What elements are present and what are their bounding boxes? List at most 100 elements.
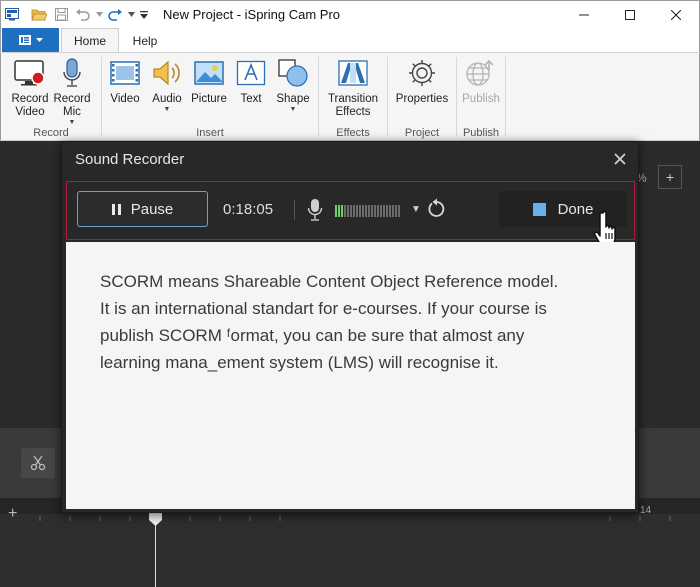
film-icon [110,61,140,85]
maximize-icon[interactable] [607,1,653,29]
pause-icon [111,203,121,215]
dialog-title: Sound Recorder [75,151,185,168]
insert-shape-button[interactable]: Shape ▼ [270,57,316,114]
window-controls [561,1,699,29]
meter-segment [371,205,373,217]
publish-group-label: Publish [462,127,500,139]
undo-icon[interactable] [71,1,93,29]
insert-text-label: Text [240,93,262,105]
insert-audio-label: Audio [152,93,182,105]
pause-label: Pause [130,200,174,218]
meter-segment [347,205,349,217]
audio-level-meter [335,205,400,217]
insert-picture-button[interactable]: Picture [186,57,232,106]
minimize-icon[interactable] [561,1,607,29]
chevron-down-icon: ▼ [289,106,297,113]
script-text: SCORM means Shareable Content Object Ref… [100,272,559,372]
picture-icon [194,61,224,85]
window-title: New Project - iSpring Cam Pro [163,7,340,22]
zoom-in-button[interactable]: + [658,165,682,189]
ribbon-tab-row: Home Help [0,28,700,53]
meter-segment [350,205,352,217]
record-mic-label: Record Mic [53,93,91,118]
sound-recorder-dialog: Sound Recorder Pause 0:18:05 ▼ Done SCOR… [61,141,639,513]
speaker-icon [153,60,180,86]
transition-effects-label: Transition Effects [327,93,379,118]
meter-segment [362,205,364,217]
publish-group: Publish Publish [457,53,505,141]
chevron-down-icon: ▼ [68,119,76,126]
record-video-icon [14,60,45,86]
undo-dropdown-icon[interactable] [93,1,105,29]
meter-segment [380,205,382,217]
properties-label: Properties [395,93,449,105]
insert-text-button[interactable]: Text [228,57,274,106]
meter-segment [395,205,397,217]
app-icon[interactable] [1,1,23,29]
tab-help[interactable]: Help [121,28,169,53]
publish-label: Publish [462,93,500,105]
close-window-icon[interactable] [653,1,699,29]
insert-group-label: Insert [196,127,224,139]
save-icon[interactable] [51,1,71,29]
meter-segment [398,205,400,217]
tab-home[interactable]: Home [61,28,119,53]
record-group-label: Record [33,127,69,139]
controls-divider [294,200,295,220]
meter-segment [374,205,376,217]
meter-segment [392,205,394,217]
file-menu-button[interactable] [2,28,59,52]
project-group: Properties Project [388,53,456,141]
effects-group-label: Effects [336,127,370,139]
close-icon[interactable] [611,150,629,168]
playhead-line [155,520,156,587]
meter-segment [386,205,388,217]
group-divider [505,57,506,137]
meter-segment [365,205,367,217]
done-label: Done [557,200,594,218]
effects-group: Transition Effects Effects [319,53,387,141]
meter-segment [383,205,385,217]
transition-effects-button[interactable]: Transition Effects [323,57,383,119]
redo-icon[interactable] [105,1,125,29]
microphone-icon [63,58,81,87]
scissors-icon [30,455,46,471]
split-button[interactable] [21,448,55,478]
playhead-handle[interactable] [149,513,162,526]
meter-segment [338,205,340,217]
meter-segment [377,205,379,217]
pause-button[interactable]: Pause [77,191,208,227]
insert-video-button[interactable]: Video [102,57,148,106]
meter-segment [341,205,343,217]
script-text-area: SCORM means Shareable Content Object Ref… [66,242,635,509]
ribbon: Record Video Record Mic ▼ Record Video A… [0,53,700,141]
gear-icon [409,60,435,86]
insert-shape-label: Shape [276,93,310,105]
open-folder-icon[interactable] [27,1,51,29]
redo-dropdown-icon[interactable] [125,1,137,29]
meter-segment [389,205,391,217]
record-group: Record Video Record Mic ▼ Record [1,53,101,141]
meter-segment [353,205,355,217]
file-menu-icon [18,35,31,45]
project-group-label: Project [404,127,440,139]
microphone-dropdown-icon[interactable]: ▼ [411,204,421,215]
chevron-down-icon [35,38,43,42]
insert-group: Video Audio ▼ Picture Text Shape ▼ Inser… [102,53,318,141]
quick-access-toolbar [1,1,151,29]
reset-icon[interactable] [426,198,448,220]
insert-video-label: Video [110,93,140,105]
recording-timer: 0:18:05 [223,201,274,218]
meter-segment [359,205,361,217]
timeline-track [0,514,700,587]
publish-button[interactable]: Publish [458,57,504,106]
record-video-button[interactable]: Record Video [7,57,53,119]
record-mic-button[interactable]: Record Mic ▼ [49,57,95,127]
microphone-icon [307,199,323,221]
insert-audio-button[interactable]: Audio ▼ [144,57,190,114]
properties-button[interactable]: Properties [392,57,452,106]
shape-icon [278,59,308,87]
customize-toolbar-icon[interactable] [137,1,151,29]
transition-icon [338,60,368,86]
meter-segment [356,205,358,217]
